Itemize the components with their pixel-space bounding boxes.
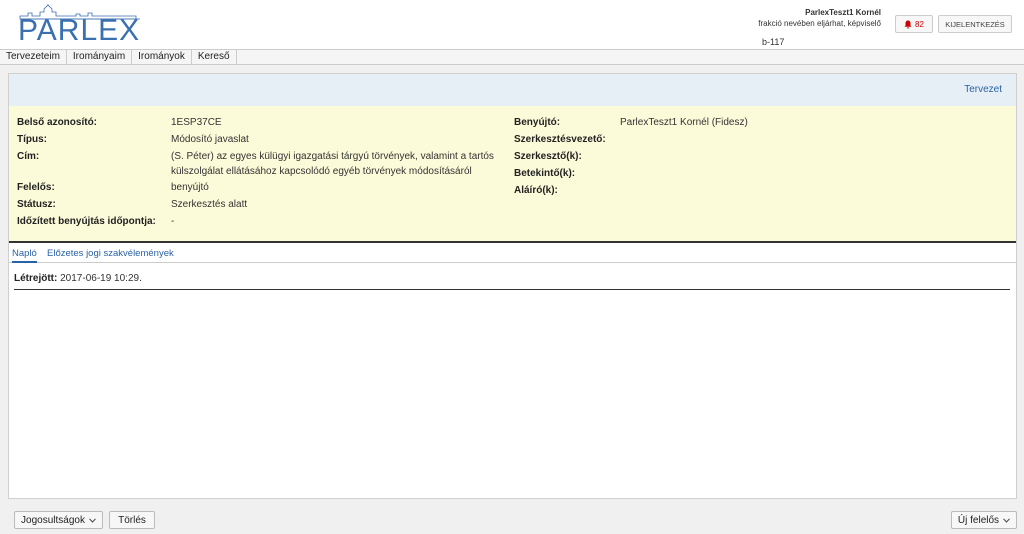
tab-naplo[interactable]: Napló <box>12 248 37 263</box>
menu-item-tervezeteim[interactable]: Tervezeteim <box>0 50 67 64</box>
panel-header: Tervezet <box>9 74 1016 106</box>
chevron-down-icon <box>89 517 96 523</box>
logo-text: PARLEX <box>18 14 141 47</box>
notification-count: 82 <box>915 19 924 29</box>
log-created-value: 2017-06-19 10:29. <box>60 273 142 284</box>
draft-info: Belső azonosító: 1ESP37CE Típus: Módosít… <box>9 106 1016 243</box>
logout-button[interactable]: KIJELENTKEZÉS <box>938 15 1012 33</box>
chevron-down-icon <box>1003 517 1010 523</box>
viewers-label: Betekintő(k): <box>514 168 576 179</box>
submitter-value: ParlexTeszt1 Kornél (Fidesz) <box>620 117 748 128</box>
title-label: Cím: <box>17 151 40 162</box>
status-value: Szerkesztés alatt <box>171 199 248 210</box>
menu-item-kereso[interactable]: Kereső <box>192 50 237 64</box>
permissions-label: Jogosultságok <box>21 514 85 526</box>
bell-icon <box>904 20 912 29</box>
title-value-line1: (S. Péter) az egyes külügyi igazgatási t… <box>171 151 494 162</box>
draft-panel: Tervezet Belső azonosító: 1ESP37CE Típus… <box>8 73 1017 499</box>
editors-label: Szerkesztő(k): <box>514 151 582 162</box>
notifications-button[interactable]: 82 <box>895 15 933 33</box>
app-header: PARLEX ParlexTeszt1 Kornél frakció nevéb… <box>0 0 1024 49</box>
internal-id-value: 1ESP37CE <box>171 117 222 128</box>
parlex-logo[interactable]: PARLEX <box>18 4 143 46</box>
signers-label: Aláíró(k): <box>514 185 558 196</box>
tab-bar: Napló Előzetes jogi szakvélemények <box>9 245 1016 263</box>
scheduled-submission-label: Időzített benyújtás időpontja: <box>17 216 156 227</box>
title-value-line2: külszolgálat ellátásához kapcsolódó egyé… <box>171 166 472 177</box>
submitter-label: Benyújtó: <box>514 117 561 128</box>
user-role: frakció nevében eljárhat, képviselő <box>758 19 881 28</box>
type-value: Módosító javaslat <box>171 134 249 145</box>
responsible-value: benyújtó <box>171 182 209 193</box>
delete-button[interactable]: Törlés <box>109 511 155 529</box>
main-menu: Tervezeteim Irományaim Irományok Kereső <box>0 49 1024 65</box>
draft-link[interactable]: Tervezet <box>964 84 1002 95</box>
scheduled-submission-value: - <box>171 216 175 227</box>
tab-legal-opinions[interactable]: Előzetes jogi szakvélemények <box>47 248 174 259</box>
responsible-label: Felelős: <box>17 182 55 193</box>
log-entry: Létrejött: 2017-06-19 10:29. <box>14 273 142 284</box>
new-responsible-label: Új felelős <box>957 514 1000 526</box>
status-label: Státusz: <box>17 199 56 210</box>
menu-item-iromanyok[interactable]: Irományok <box>132 50 192 64</box>
type-label: Típus: <box>17 134 47 145</box>
new-responsible-dropdown[interactable]: Új felelős <box>951 511 1017 529</box>
internal-id-label: Belső azonosító: <box>17 117 98 128</box>
user-name: ParlexTeszt1 Kornél <box>805 8 881 17</box>
editor-lead-label: Szerkesztésvezető: <box>514 134 606 145</box>
log-divider <box>14 289 1010 290</box>
permissions-dropdown[interactable]: Jogosultságok <box>14 511 103 529</box>
menu-item-iromanyaim[interactable]: Irományaim <box>67 50 133 64</box>
log-created-label: Létrejött: <box>14 273 58 284</box>
session-id: b-117 <box>762 37 785 47</box>
